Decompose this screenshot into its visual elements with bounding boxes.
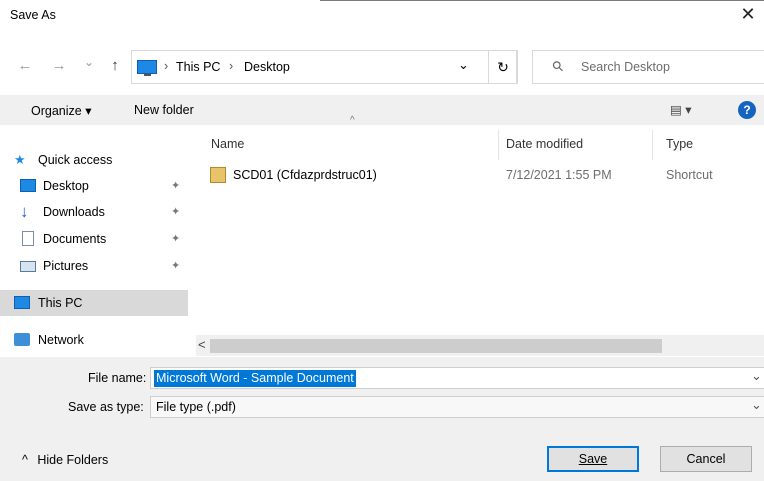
desktop-icon: [20, 179, 36, 192]
file-name-dropdown-icon[interactable]: ⌄: [751, 368, 762, 384]
file-type: Shortcut: [666, 168, 713, 182]
recent-locations-icon[interactable]: ⌄: [80, 52, 98, 72]
breadcrumb-this-pc[interactable]: This PC: [176, 60, 220, 74]
pin-icon[interactable]: ✦: [171, 199, 180, 225]
search-box[interactable]: ⚲ Search Desktop: [532, 50, 764, 84]
address-dropdown-icon[interactable]: ⌄: [458, 57, 469, 73]
file-name-value: Microsoft Word - Sample Document: [154, 370, 356, 387]
file-name-label: File name:: [88, 371, 147, 385]
file-date: 7/12/2021 1:55 PM: [506, 168, 612, 182]
this-pc-icon: [14, 296, 30, 309]
view-options-icon[interactable]: ▤ ▾: [670, 102, 692, 117]
column-divider[interactable]: [498, 130, 499, 160]
sidebar-item-downloads[interactable]: ↓ Downloads ✦: [0, 199, 188, 225]
back-arrow-icon[interactable]: ←: [16, 56, 34, 76]
sidebar-item-label: This PC: [38, 296, 83, 310]
scroll-left-icon[interactable]: <: [198, 337, 206, 352]
star-icon: ★: [14, 152, 26, 167]
sidebar-item-pictures[interactable]: Pictures ✦: [0, 253, 188, 279]
save-type-label: Save as type:: [68, 400, 144, 414]
download-arrow-icon: ↓: [20, 202, 29, 221]
up-arrow-icon[interactable]: ↑: [106, 56, 124, 76]
column-header-date[interactable]: Date modified: [506, 137, 583, 151]
pin-icon[interactable]: ✦: [171, 253, 180, 279]
pictures-icon: [20, 261, 36, 272]
refresh-icon: ↻: [497, 59, 509, 75]
sidebar-item-label: Network: [38, 333, 84, 347]
forward-arrow-icon[interactable]: →: [50, 56, 68, 76]
sidebar-item-label: Quick access: [38, 153, 113, 167]
sidebar-item-label: Pictures: [43, 259, 89, 273]
new-folder-button[interactable]: New folder: [134, 103, 194, 117]
save-type-value: File type (.pdf): [156, 400, 236, 414]
cancel-button[interactable]: Cancel: [660, 446, 752, 472]
pin-icon[interactable]: ✦: [171, 226, 180, 252]
breadcrumb-desktop[interactable]: Desktop: [244, 60, 290, 74]
scrollbar-thumb[interactable]: [210, 339, 662, 353]
sidebar-item-documents[interactable]: Documents ✦: [0, 226, 188, 252]
file-name-input[interactable]: Microsoft Word - Sample Document ⌄: [150, 367, 764, 389]
file-name: SCD01 (Cfdazprdstruc01): [233, 168, 377, 182]
save-type-dropdown-icon[interactable]: ⌄: [751, 397, 762, 413]
table-row[interactable]: SCD01 (Cfdazprdstruc01) 7/12/2021 1:55 P…: [206, 164, 761, 186]
sidebar-item-quick-access[interactable]: ★ Quick access: [0, 147, 188, 173]
cancel-button-label: Cancel: [686, 452, 726, 466]
search-placeholder: Search Desktop: [581, 60, 670, 74]
save-button-label: Save: [578, 452, 608, 466]
sort-indicator-icon: ^: [350, 115, 355, 126]
sidebar-item-label: Documents: [43, 232, 107, 246]
save-type-select[interactable]: File type (.pdf) ⌄: [150, 396, 764, 418]
this-pc-icon: [137, 60, 157, 76]
navigation-pane: ★ Quick access Desktop ✦ ↓ Downloads ✦ D…: [0, 125, 188, 357]
window-title: Save As: [10, 8, 56, 22]
refresh-button[interactable]: ↻: [488, 50, 518, 84]
breadcrumb-separator-icon: ›: [164, 59, 169, 73]
address-bar[interactable]: › This PC › Desktop ⌄: [131, 50, 517, 84]
hide-folders-label: Hide Folders: [37, 453, 109, 467]
sidebar-item-network[interactable]: Network: [0, 327, 188, 353]
network-icon: [14, 333, 30, 346]
search-icon: ⚲: [548, 56, 568, 76]
breadcrumb-separator-icon: ›: [229, 59, 234, 73]
sidebar-item-label: Desktop: [43, 179, 89, 193]
file-list: ^ Name Date modified Type SCD01 (Cfdazpr…: [188, 115, 764, 335]
command-bar: Organize ▾ New folder ▤ ▾ ?: [0, 95, 764, 125]
sidebar-item-desktop[interactable]: Desktop ✦: [0, 173, 188, 199]
close-icon[interactable]: ✕: [738, 4, 758, 24]
column-divider[interactable]: [652, 130, 653, 160]
sidebar-item-label: Downloads: [43, 205, 105, 219]
pin-icon[interactable]: ✦: [171, 173, 180, 199]
help-icon[interactable]: ?: [738, 101, 756, 119]
document-icon: [22, 231, 34, 246]
sidebar-item-this-pc[interactable]: This PC: [0, 290, 188, 316]
window-top-border: [320, 0, 764, 1]
column-header-name[interactable]: Name: [211, 137, 244, 151]
save-options-panel: File name: Microsoft Word - Sample Docum…: [0, 357, 764, 481]
save-button[interactable]: Save: [547, 446, 639, 472]
organize-button[interactable]: Organize ▾: [31, 103, 91, 118]
shortcut-folder-icon: [210, 167, 226, 183]
column-header-type[interactable]: Type: [666, 137, 693, 151]
hide-folders-button[interactable]: ^ Hide Folders: [22, 453, 108, 467]
chevron-up-icon: ^: [22, 453, 28, 467]
